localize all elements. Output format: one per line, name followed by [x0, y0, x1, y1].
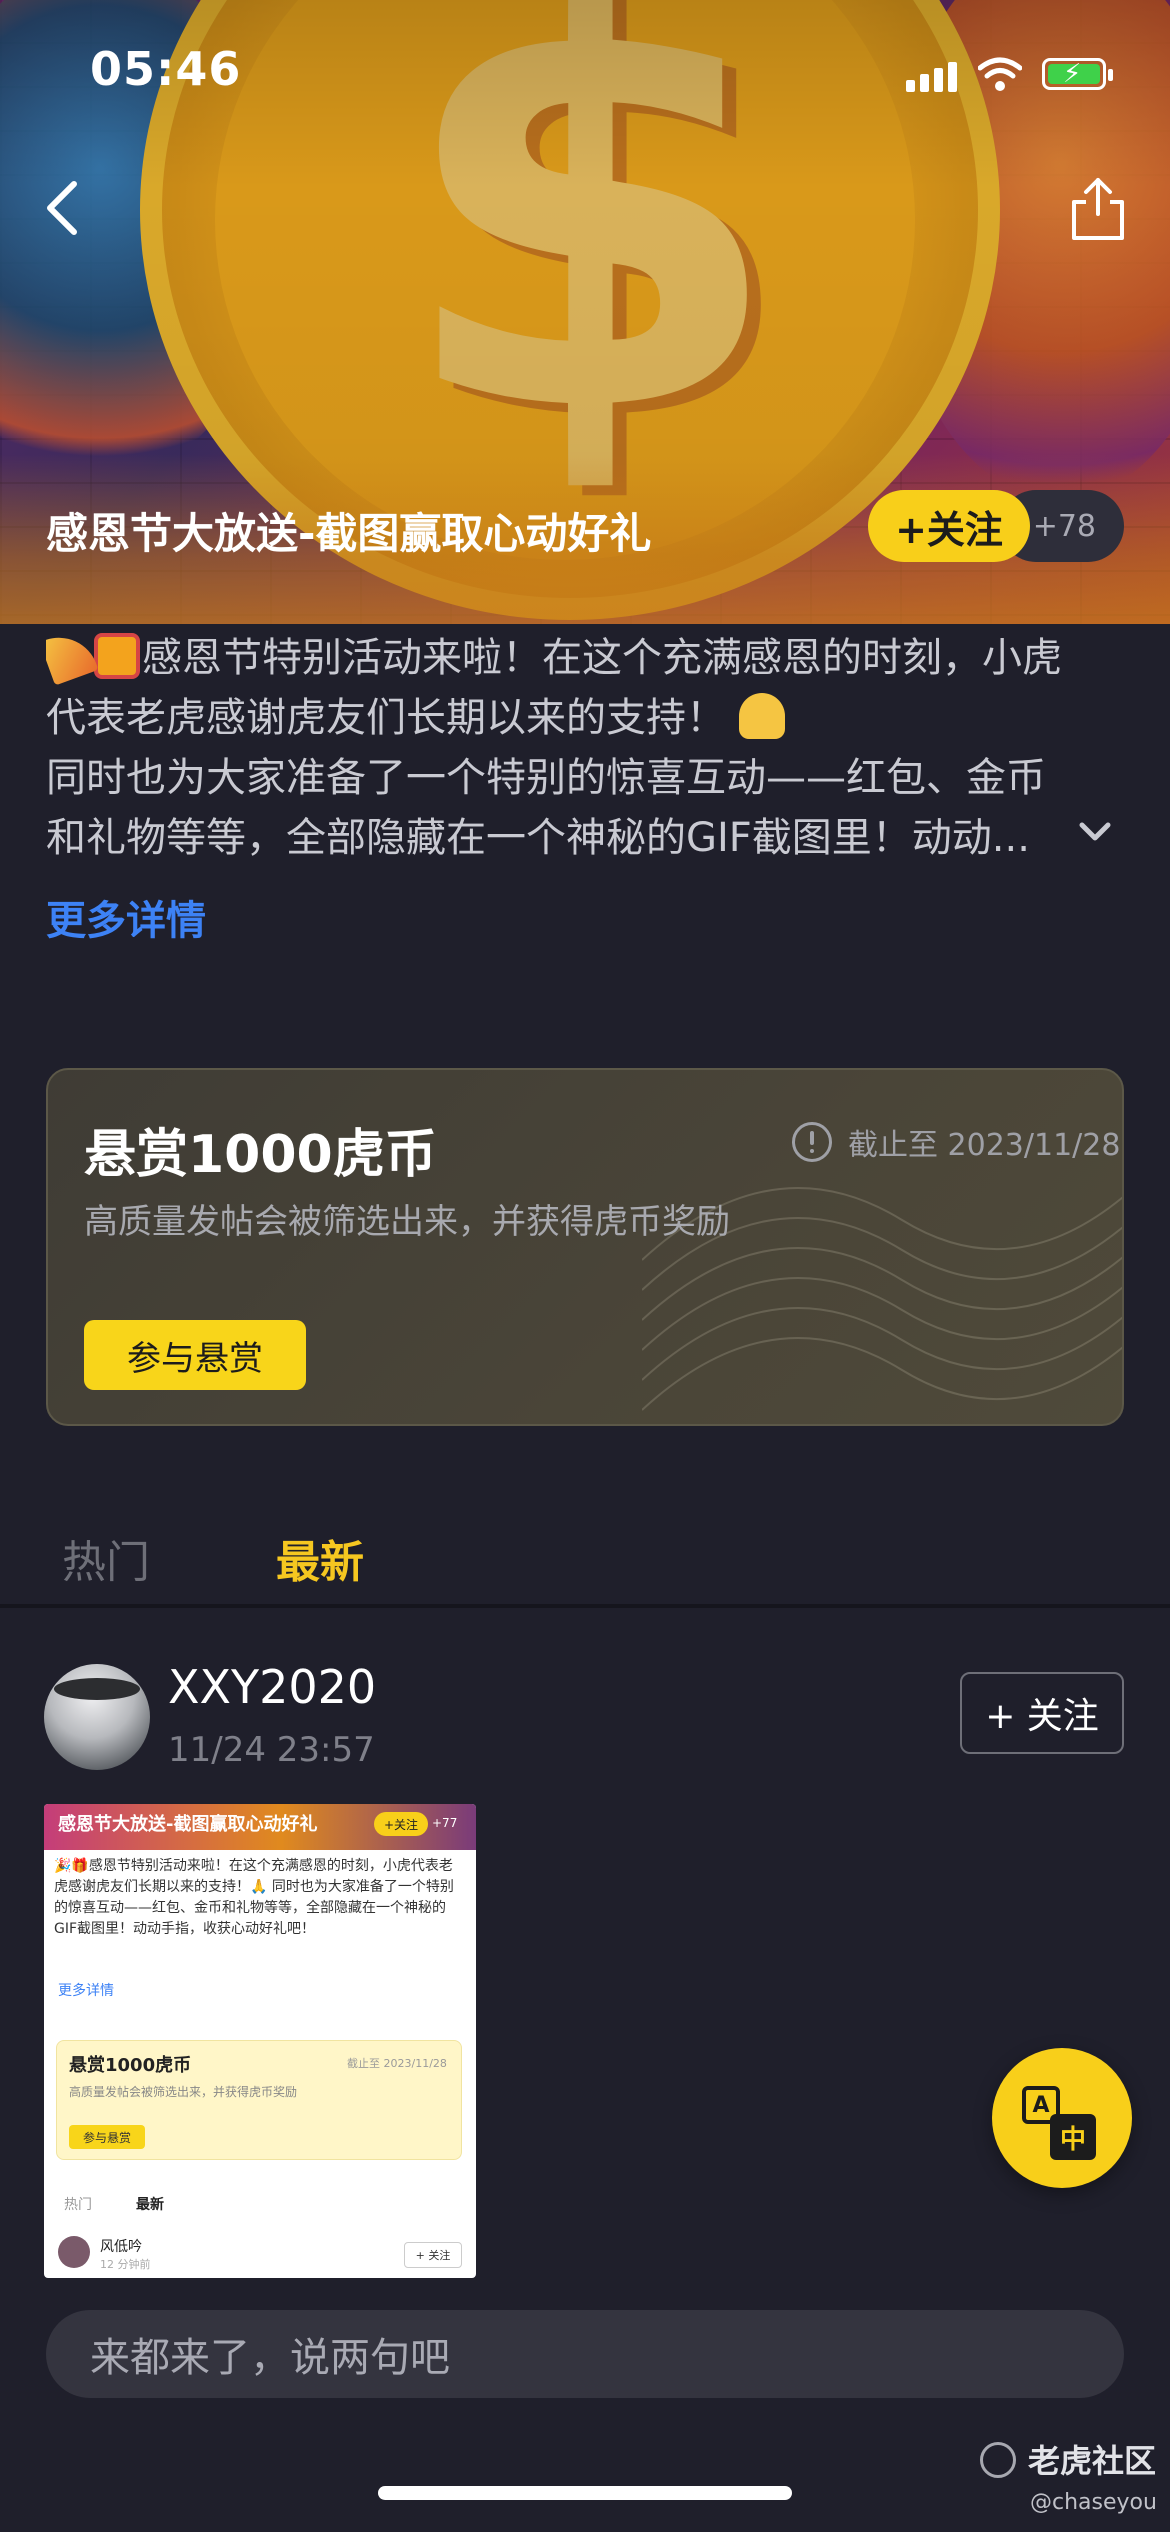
battery-charging-icon: ⚡ [1042, 58, 1113, 90]
join-reward-button[interactable]: 参与悬赏 [84, 1320, 306, 1390]
feed-tabs: 热门 最新 [0, 1510, 1170, 1604]
post-timestamp: 11/24 23:57 [168, 1730, 375, 1770]
reward-title: 悬赏1000虎币 [84, 1125, 437, 1185]
back-arrow-icon[interactable] [40, 178, 84, 238]
topic-title: 感恩节大放送-截图赢取心动好礼 [46, 509, 652, 558]
info-icon [792, 1122, 832, 1162]
tab-latest[interactable]: 最新 [276, 1526, 364, 1590]
gift-icon [94, 633, 140, 679]
comment-input[interactable]: 来都来了，说两句吧 [46, 2310, 1124, 2398]
post-username[interactable]: XXY2020 [168, 1660, 376, 1714]
cellular-signal-icon [906, 62, 958, 92]
avatar[interactable] [44, 1664, 150, 1770]
watermark-user: @chaseyou [1030, 2490, 1157, 2515]
divider [0, 1604, 1170, 1608]
share-icon[interactable] [1068, 176, 1128, 242]
chevron-down-icon[interactable] [1078, 820, 1112, 844]
translate-button[interactable]: A 中 [992, 2048, 1132, 2188]
tab-hot[interactable]: 热门 [62, 1526, 150, 1590]
post-image[interactable]: 感恩节大放送-截图赢取心动好礼 +关注 +77 🎉🎁感恩节特别活动来啦！在这个充… [44, 1804, 476, 2278]
folded-hands-icon [738, 693, 785, 739]
more-details-link[interactable]: 更多详情 [46, 888, 206, 946]
home-indicator[interactable] [378, 2486, 792, 2500]
follow-user-button[interactable]: + 关注 [960, 1672, 1124, 1754]
tiger-community-logo [980, 2442, 1016, 2478]
topic-description: 感恩节特别活动来啦！在这个充满感恩的时刻，小虎 代表老虎感谢虎友们长期以来的支持… [46, 628, 1126, 868]
watermark-brand: 老虎社区 [1028, 2442, 1157, 2480]
wifi-icon [978, 57, 1022, 91]
reward-deadline: 截止至 2023/11/28 [792, 1120, 1120, 1164]
reward-subtitle: 高质量发帖会被筛选出来，并获得虎币奖励 [84, 1202, 730, 1242]
party-popper-icon [46, 628, 99, 686]
status-time: 05:46 [90, 42, 242, 96]
follow-topic-button[interactable]: +关注 [868, 490, 1030, 562]
reward-card: 悬赏1000虎币 截止至 2023/11/28 高质量发帖会被筛选出来，并获得虎… [46, 1068, 1124, 1426]
